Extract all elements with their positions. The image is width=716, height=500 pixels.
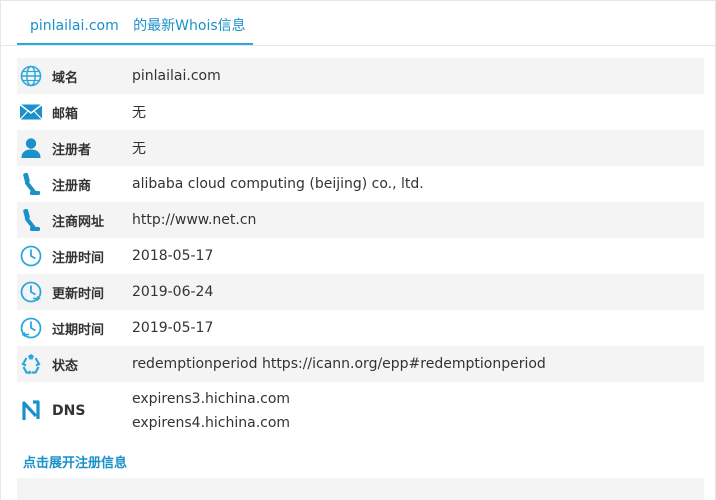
row-email: 邮箱 无 [17, 94, 704, 130]
row-value: redemptionperiod https://icann.org/epp#r… [132, 356, 546, 372]
row-label: 注册商 [52, 178, 92, 194]
registrar-icon [19, 172, 43, 196]
tab-suffix: 的最新Whois信息 [133, 18, 246, 34]
row-expiry-date: 过期时间 2019-05-17 [17, 310, 704, 346]
row-value: 无 [132, 105, 146, 121]
tab-header: pinlailai.com 的最新Whois信息 [1, 1, 715, 46]
tab-latest-whois[interactable]: pinlailai.com 的最新Whois信息 [17, 1, 253, 45]
row-value: 无 [132, 141, 146, 157]
whois-panel: pinlailai.com 的最新Whois信息 域名 pinlailai.co… [0, 0, 716, 500]
dns-servers: expirens3.hichina.com expirens4.hichina.… [132, 387, 290, 435]
row-label: 过期时间 [52, 322, 105, 338]
row-label: 注册时间 [52, 250, 105, 266]
row-label: 邮箱 [52, 106, 79, 122]
registrar-url-icon [19, 208, 43, 232]
row-label: 注商网址 [52, 214, 105, 230]
row-registrant: 注册者 无 [17, 130, 704, 166]
row-updated-date: 更新时间 2019-06-24 [17, 274, 704, 310]
row-label: 更新时间 [52, 286, 105, 302]
dns-server: expirens4.hichina.com [132, 415, 291, 431]
tab-domain: pinlailai.com [30, 18, 119, 34]
clock-icon [19, 244, 43, 268]
row-dns: DNS expirens3.hichina.com expirens4.hich… [17, 382, 704, 440]
row-registered-date: 注册时间 2018-05-17 [17, 238, 704, 274]
row-value: alibaba cloud computing (beijing) co., l… [132, 176, 424, 192]
row-value: http://www.net.cn [132, 212, 257, 228]
whois-rows: 域名 pinlailai.com 邮箱 无 注册者 无 注册商 alibaba … [17, 58, 704, 440]
dns-icon [19, 399, 43, 423]
globe-icon [19, 64, 43, 88]
clock-expire-icon [19, 316, 43, 340]
registration-info-panel [17, 478, 704, 500]
clock-update-icon [19, 280, 43, 304]
row-value: pinlailai.com [132, 68, 221, 84]
expand-registration-link[interactable]: 点击展开注册信息 [23, 452, 127, 471]
row-value: 2019-05-17 [132, 320, 214, 336]
dns-server: expirens3.hichina.com [132, 391, 291, 407]
row-status: 状态 redemptionperiod https://icann.org/ep… [17, 346, 704, 382]
user-icon [19, 136, 43, 160]
row-value: 2019-06-24 [132, 284, 214, 300]
row-label: 注册者 [52, 142, 92, 158]
row-registrar: 注册商 alibaba cloud computing (beijing) co… [17, 166, 704, 202]
mail-icon [19, 100, 43, 124]
row-value: 2018-05-17 [132, 248, 214, 264]
row-domain: 域名 pinlailai.com [17, 58, 704, 94]
row-label: 状态 [52, 358, 79, 374]
dns-label: DNS [52, 403, 86, 419]
row-label: 域名 [52, 70, 79, 86]
recycle-icon [19, 352, 43, 376]
row-registrar-url: 注商网址 http://www.net.cn [17, 202, 704, 238]
